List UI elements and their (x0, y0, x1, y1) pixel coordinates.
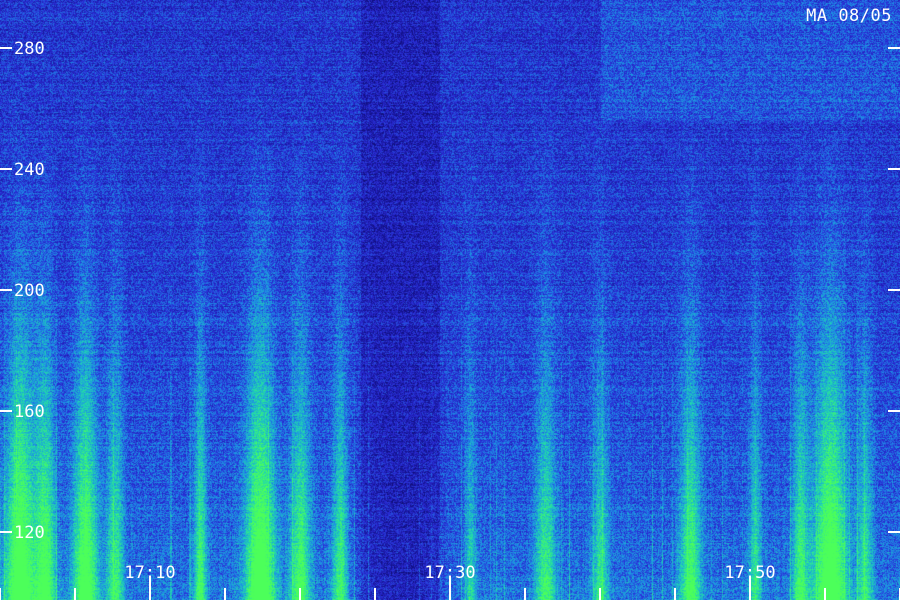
spectrogram-figure: 120 160 200 240 280 17:10 17:30 17:50 MA 08/05 (0, 0, 900, 600)
x-axis: 17:10 17:30 17:50 (0, 563, 900, 600)
y-tick-label: 120 (14, 523, 45, 543)
y-tick-label: 280 (14, 39, 45, 59)
x-tick-label: 17:10 (124, 563, 175, 583)
y-tick-label: 160 (14, 402, 45, 422)
x-tick-label: 17:30 (424, 563, 475, 583)
chart-title: MA 08/05 (806, 6, 892, 26)
axis-overlay: 120 160 200 240 280 17:10 17:30 17:50 (0, 39, 900, 600)
y-tick-label: 200 (14, 281, 45, 301)
y-tick-label: 240 (14, 160, 45, 180)
x-tick-label: 17:50 (724, 563, 775, 583)
y-axis: 120 160 200 240 280 (0, 39, 900, 543)
